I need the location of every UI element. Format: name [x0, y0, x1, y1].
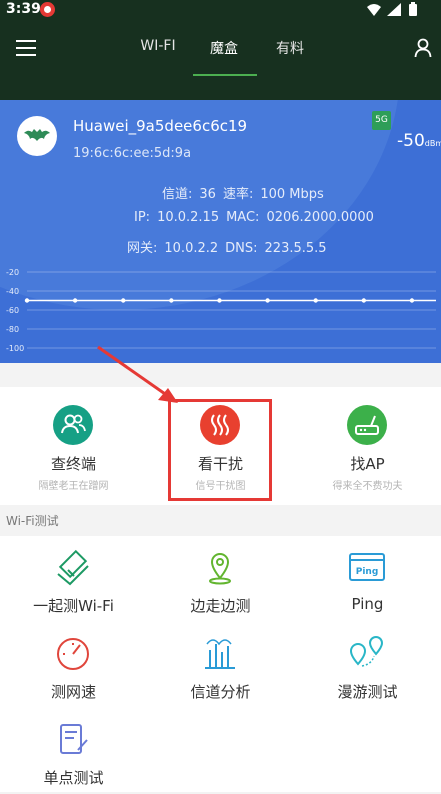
tool-label: 查终端 [50, 455, 96, 473]
chart-y-tick: -60 [6, 306, 19, 315]
user-icon[interactable] [414, 38, 432, 58]
chart-y-tick: -100 [6, 344, 24, 353]
test-channel-analysis[interactable]: 信道分析 [147, 622, 294, 708]
tool-subtitle: 隔壁老王在蹭网 [38, 481, 109, 492]
tool-subtitle: 得来全不费功夫 [332, 481, 403, 492]
channel-rate-row: 信道: 36 速率: 100 Mbps [162, 183, 331, 202]
app-bar: WI-FI 魔盒 有料 [0, 20, 441, 100]
roaming-pins-icon [349, 636, 384, 667]
router-icon [347, 405, 387, 445]
test-speed[interactable]: 测网速 [0, 622, 147, 708]
chart-point [313, 298, 318, 303]
bat-logo-icon [24, 129, 50, 141]
test-label: 一起测Wi-Fi [33, 597, 114, 615]
menu-icon[interactable] [16, 40, 36, 56]
test-walk[interactable]: 边走边测 [147, 536, 294, 622]
tool-find-ap[interactable]: 找AP 得来全不费功夫 [294, 387, 441, 505]
signal-icon [387, 3, 401, 16]
chart-y-tick: -20 [6, 268, 19, 277]
location-pin-icon [209, 553, 231, 585]
bssid-label: 19:6c:6c:ee:5d:9a [73, 146, 192, 161]
ping-icon-text: Ping [356, 567, 379, 577]
network-card[interactable]: Huawei_9a5dee6c6c19 19:6c:6c:ee:5d:9a 5G… [0, 100, 441, 363]
test-label: Ping [351, 595, 384, 613]
gateway-value: 10.0.2.2 [164, 241, 219, 256]
mac-value: 0206.2000.0000 [266, 210, 374, 225]
rssi-number: -50 [397, 131, 425, 151]
tab-magic-box[interactable]: 魔盒 [196, 38, 252, 58]
dns-value: 223.5.5.5 [264, 241, 327, 256]
test-ping[interactable]: Ping Ping [294, 536, 441, 622]
rssi-value: -50dBm [397, 131, 441, 151]
dns-label: DNS: [225, 241, 258, 256]
band-badge: 5G [372, 111, 391, 130]
ssid-label: Huawei_9a5dee6c6c19 [73, 117, 248, 135]
gateway-label: 网关: [127, 241, 158, 256]
test-label: 边走边测 [190, 597, 251, 615]
rate-label: 速率: [222, 187, 254, 202]
chart-point [72, 298, 78, 303]
ap-avatar [17, 116, 57, 156]
ip-label: IP: [134, 210, 151, 225]
ping-window-icon: Ping [349, 553, 385, 581]
test-label: 信道分析 [190, 683, 251, 701]
status-bar: 3:39 [0, 0, 441, 20]
chart-point [121, 298, 126, 303]
rssi-unit: dBm [424, 139, 441, 148]
highlight-box [168, 399, 272, 501]
users-icon [53, 405, 93, 445]
mac-label: MAC: [226, 210, 260, 225]
tab-wifi[interactable]: WI-FI [130, 38, 186, 54]
notification-icon [40, 2, 55, 17]
signal-chart: -20 -40 -60 -80 -100 [6, 268, 436, 353]
chart-point [409, 298, 415, 303]
wifi-test-grid: 一起测Wi-Fi 边走边测 Ping Ping 测网速 信道分析 漫游测试 单点… [0, 536, 441, 792]
document-edit-icon [60, 724, 88, 754]
chart-point [265, 298, 270, 303]
test-single-point[interactable]: 单点测试 [0, 708, 147, 794]
ip-value: 10.0.2.15 [157, 210, 220, 225]
tab-indicator [193, 74, 257, 76]
chart-point [169, 298, 174, 303]
speedometer-icon [57, 638, 89, 670]
test-wifi-together[interactable]: 一起测Wi-Fi [0, 536, 147, 622]
chart-point [217, 298, 222, 303]
status-time: 3:39 [6, 1, 41, 17]
test-roaming[interactable]: 漫游测试 [294, 622, 441, 708]
wifi-icon [367, 4, 381, 16]
tool-label: 找AP [350, 455, 385, 473]
channel-label: 信道: [162, 187, 193, 202]
chart-point [361, 298, 367, 303]
test-label: 漫游测试 [337, 683, 398, 701]
section-title: Wi-Fi测试 [6, 514, 59, 528]
bar-chart-icon [205, 639, 235, 669]
handshake-icon [57, 549, 89, 586]
chart-y-tick: -40 [6, 287, 19, 296]
rate-value: 100 Mbps [260, 187, 324, 202]
channel-value: 36 [199, 187, 216, 202]
tab-more[interactable]: 有料 [262, 38, 318, 58]
tool-view-clients[interactable]: 查终端 隔壁老王在蹭网 [0, 387, 147, 505]
battery-icon [409, 2, 417, 16]
system-icons [365, 2, 433, 22]
ip-mac-row: IP: 10.0.2.15 MAC: 0206.2000.0000 [134, 210, 381, 225]
test-label: 测网速 [50, 683, 96, 701]
test-label: 单点测试 [43, 769, 104, 787]
chart-y-tick: -80 [6, 325, 19, 334]
chart-point [24, 298, 30, 303]
gateway-dns-row: 网关: 10.0.2.2 DNS: 223.5.5.5 [127, 237, 334, 256]
